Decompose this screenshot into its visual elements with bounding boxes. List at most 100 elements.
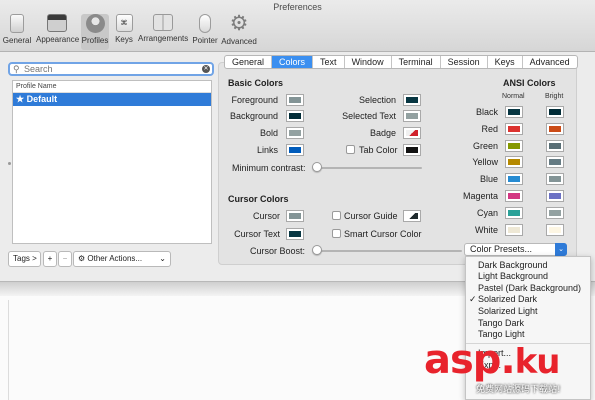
basic-colors-title: Basic Colors bbox=[228, 78, 284, 88]
selection-color-well[interactable] bbox=[403, 94, 421, 106]
toolbar-profiles[interactable]: Profiles bbox=[81, 14, 109, 50]
ansi-label-white: White bbox=[474, 225, 498, 235]
swatch-fill bbox=[508, 210, 520, 216]
menu-item-label: Solarized Dark bbox=[478, 294, 538, 304]
toolbar-label: Keys bbox=[115, 35, 133, 44]
swatch-fill bbox=[549, 176, 561, 182]
badge-color-well[interactable] bbox=[403, 127, 421, 139]
cursor-color-well[interactable] bbox=[286, 210, 304, 222]
foreground-color-well[interactable] bbox=[286, 94, 304, 106]
toolbar-keys[interactable]: ⌘ Keys bbox=[113, 14, 135, 50]
preset-pastel-dark-background[interactable]: Pastel (Dark Background) bbox=[466, 283, 590, 294]
arrangements-icon bbox=[153, 14, 173, 31]
color-presets-button[interactable]: Color Presets... ⌄ bbox=[464, 243, 567, 256]
ansi-label-yellow: Yellow bbox=[472, 157, 498, 167]
tab-keys[interactable]: Keys bbox=[488, 56, 523, 68]
menu-item-label: Solarized Light bbox=[478, 306, 538, 316]
tab-general[interactable]: General bbox=[225, 56, 273, 68]
ansi-red-normal-well[interactable] bbox=[505, 123, 523, 135]
tab-advanced[interactable]: Advanced bbox=[523, 56, 577, 68]
ansi-cyan-bright-well[interactable] bbox=[546, 207, 564, 219]
minimum-contrast-track[interactable] bbox=[314, 167, 422, 169]
swatch-fill bbox=[289, 213, 301, 219]
ansi-green-normal-well[interactable] bbox=[505, 140, 523, 152]
preset-solarized-light[interactable]: Solarized Light bbox=[466, 306, 590, 317]
smart-cursor-color-checkbox[interactable] bbox=[332, 229, 341, 238]
tab-text[interactable]: Text bbox=[313, 56, 345, 68]
background-color-well[interactable] bbox=[286, 110, 304, 122]
ansi-cyan-normal-well[interactable] bbox=[505, 207, 523, 219]
ansi-black-bright-well[interactable] bbox=[546, 106, 564, 118]
toolbar-appearance[interactable]: Appearance bbox=[36, 14, 79, 50]
cursor-guide-color-well[interactable] bbox=[403, 210, 421, 222]
swatch-fill bbox=[289, 113, 301, 119]
minimum-contrast-slider[interactable] bbox=[312, 162, 322, 172]
swatch-fill bbox=[549, 227, 561, 233]
appearance-icon bbox=[47, 14, 67, 32]
normal-column-header: Normal bbox=[502, 93, 525, 100]
cursor-guide-checkbox[interactable] bbox=[332, 211, 341, 220]
swatch-fill bbox=[406, 213, 418, 219]
ansi-white-bright-well[interactable] bbox=[546, 224, 564, 236]
preset-light-background[interactable]: Light Background bbox=[466, 271, 590, 282]
tab-colors[interactable]: Colors bbox=[272, 56, 314, 68]
other-actions-button[interactable]: ⚙ Other Actions... ⌄ bbox=[73, 251, 171, 267]
tab-color-checkbox[interactable] bbox=[346, 145, 355, 154]
cursor-guide-label: Cursor Guide bbox=[344, 211, 398, 221]
cursor-colors-title: Cursor Colors bbox=[228, 194, 289, 204]
ansi-magenta-normal-well[interactable] bbox=[505, 190, 523, 202]
toolbar-general[interactable]: General bbox=[2, 14, 32, 50]
swatch-fill bbox=[289, 147, 301, 153]
toolbar-pointer[interactable]: Pointer bbox=[191, 14, 219, 50]
resize-handle[interactable] bbox=[8, 162, 11, 165]
swatch-fill bbox=[508, 109, 520, 115]
profile-name-header[interactable]: Profile Name bbox=[13, 81, 211, 93]
links-color-well[interactable] bbox=[286, 144, 304, 156]
chevron-down-icon: ⌄ bbox=[555, 243, 567, 256]
ansi-red-bright-well[interactable] bbox=[546, 123, 564, 135]
ansi-black-normal-well[interactable] bbox=[505, 106, 523, 118]
cursor-boost-track[interactable] bbox=[314, 250, 462, 252]
ansi-label-red: Red bbox=[481, 124, 498, 134]
tab-color-well[interactable] bbox=[403, 144, 421, 156]
ansi-blue-bright-well[interactable] bbox=[546, 173, 564, 185]
clear-search-icon[interactable]: ✕ bbox=[202, 65, 210, 73]
titlebar: Preferences General Appearance Profiles … bbox=[0, 0, 595, 52]
foreground-label: Foreground bbox=[231, 95, 278, 105]
watermark-subtitle: 免费网站源码下载站! bbox=[476, 385, 561, 395]
add-profile-button[interactable]: + bbox=[43, 251, 57, 267]
remove-profile-button[interactable]: − bbox=[58, 251, 72, 267]
tab-terminal[interactable]: Terminal bbox=[392, 56, 441, 68]
ansi-magenta-bright-well[interactable] bbox=[546, 190, 564, 202]
profile-search[interactable]: ⚲ ✕ bbox=[8, 62, 214, 76]
tab-window[interactable]: Window bbox=[345, 56, 392, 68]
preset-dark-background[interactable]: Dark Background bbox=[466, 260, 590, 271]
window-title: Preferences bbox=[273, 2, 322, 12]
watermark-logo-text: asp bbox=[424, 337, 501, 383]
ansi-yellow-bright-well[interactable] bbox=[546, 156, 564, 168]
watermark-logo-dot: . bbox=[500, 337, 515, 383]
tab-session[interactable]: Session bbox=[441, 56, 488, 68]
tags-button[interactable]: Tags > bbox=[8, 251, 41, 267]
other-actions-label: Other Actions... bbox=[87, 254, 143, 263]
ansi-green-bright-well[interactable] bbox=[546, 140, 564, 152]
search-input[interactable] bbox=[24, 64, 194, 74]
swatch-fill bbox=[508, 143, 520, 149]
bold-color-well[interactable] bbox=[286, 127, 304, 139]
toolbar-label: Pointer bbox=[192, 36, 218, 45]
ansi-blue-normal-well[interactable] bbox=[505, 173, 523, 185]
toolbar-advanced[interactable]: ⚙ Advanced bbox=[221, 13, 257, 50]
swatch-fill bbox=[549, 159, 561, 165]
cursor-text-color-well[interactable] bbox=[286, 228, 304, 240]
profile-row-default[interactable]: ★ Default bbox=[13, 93, 211, 106]
cursor-boost-slider[interactable] bbox=[312, 245, 322, 255]
preset-solarized-dark[interactable]: ✓ Solarized Dark bbox=[466, 294, 590, 305]
preset-tango-dark[interactable]: Tango Dark bbox=[466, 318, 590, 329]
ansi-white-normal-well[interactable] bbox=[505, 224, 523, 236]
selected-text-color-well[interactable] bbox=[403, 110, 421, 122]
swatch-fill bbox=[549, 126, 561, 132]
cursor-boost-label: Cursor Boost: bbox=[250, 246, 306, 256]
ansi-yellow-normal-well[interactable] bbox=[505, 156, 523, 168]
toolbar-arrangements[interactable]: Arrangements bbox=[138, 14, 188, 50]
swatch-fill bbox=[508, 126, 520, 132]
